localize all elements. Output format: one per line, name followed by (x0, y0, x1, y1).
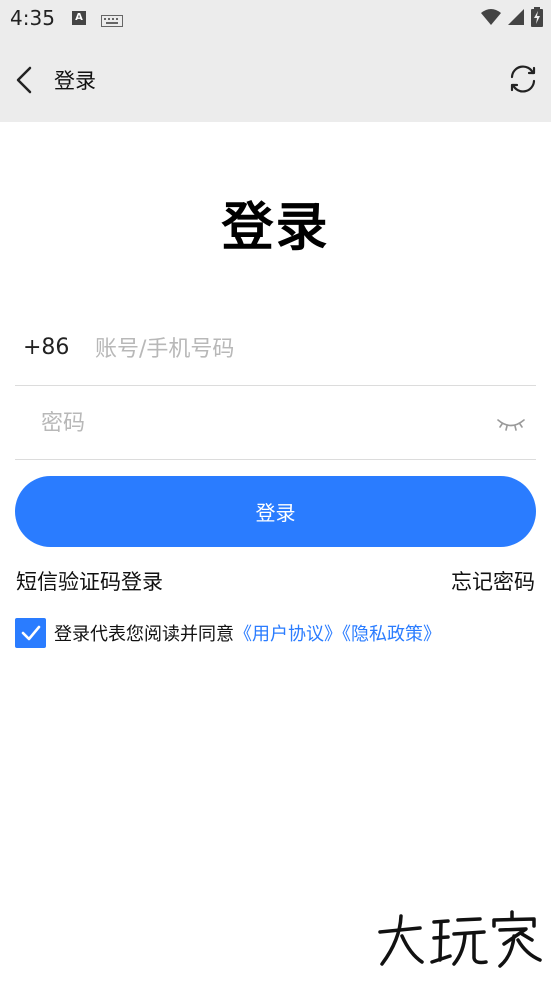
back-button[interactable] (6, 62, 42, 98)
keyboard-icon (101, 12, 123, 31)
account-input[interactable] (93, 331, 517, 367)
forgot-password-link[interactable]: 忘记密码 (451, 566, 535, 596)
refresh-button[interactable] (505, 61, 541, 97)
agreement-checkbox[interactable] (15, 618, 46, 648)
status-time: 4:35 (10, 6, 55, 30)
checkmark-icon (21, 625, 40, 641)
password-input[interactable] (39, 405, 483, 441)
sms-login-link[interactable]: 短信验证码登录 (16, 566, 163, 596)
refresh-icon (510, 65, 536, 93)
signal-icon (507, 8, 525, 30)
country-code[interactable]: +86 (23, 335, 69, 360)
privacy-policy-link[interactable]: 《隐私政策》 (342, 624, 441, 645)
password-row (15, 387, 536, 460)
eye-closed-icon (497, 419, 525, 431)
agreement-text: 登录代表您阅读并同意《用户协议》《隐私政策》 (54, 620, 441, 646)
toggle-password-visibility-button[interactable] (496, 415, 526, 435)
app-bar: 登录 (0, 38, 551, 122)
agreement-prefix: 登录代表您阅读并同意 (54, 624, 234, 645)
wifi-icon (481, 8, 501, 30)
app-bar-title: 登录 (54, 69, 96, 93)
login-button[interactable]: 登录 (15, 476, 536, 547)
user-agreement-link[interactable]: 《用户协议》 (234, 624, 342, 645)
a-notification-icon: A (72, 11, 86, 25)
status-bar: 4:35 A (0, 0, 551, 38)
status-icons (481, 7, 543, 31)
chevron-left-icon (16, 66, 32, 94)
account-row: +86 (15, 313, 536, 386)
page-title: 登录 (221, 198, 330, 258)
battery-charging-icon (531, 7, 543, 31)
watermark-logo (376, 910, 542, 974)
